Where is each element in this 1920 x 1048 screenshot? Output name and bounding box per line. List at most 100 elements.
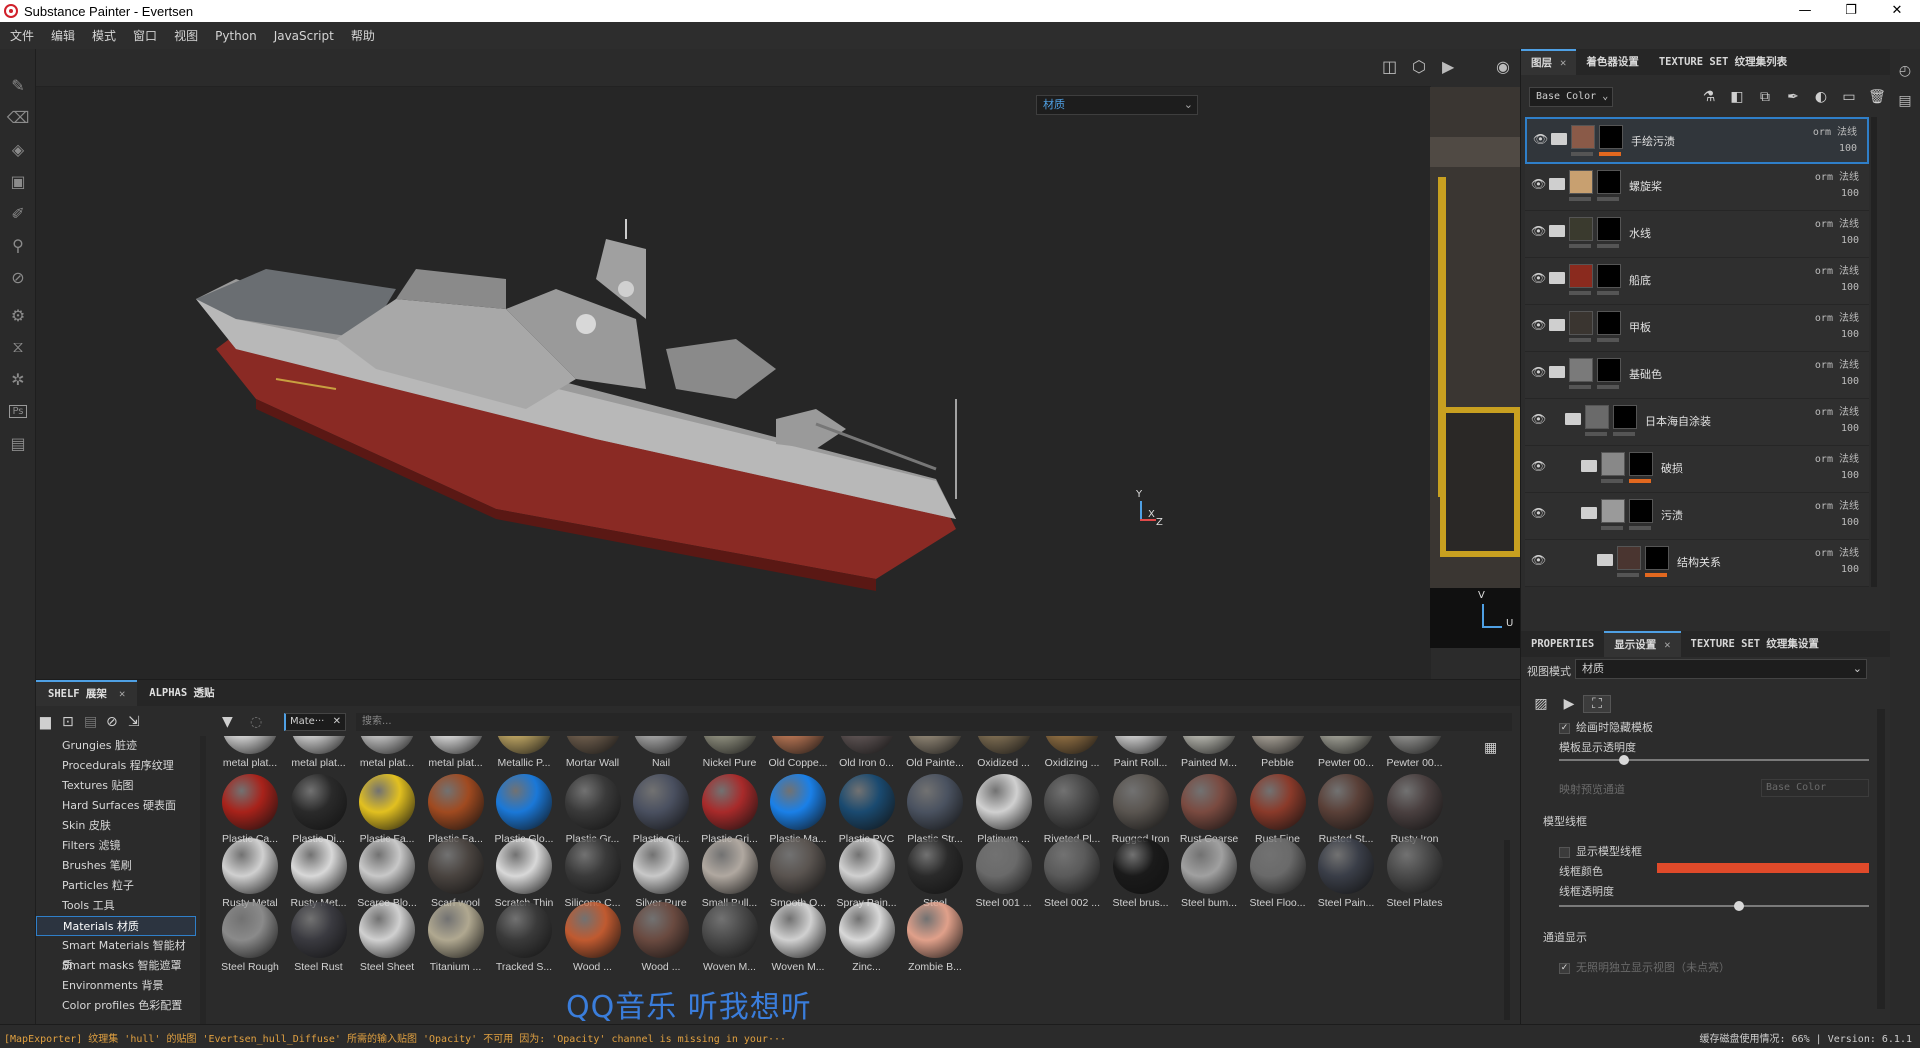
material-tile[interactable]: Steel Pain... bbox=[1312, 838, 1380, 916]
folder-icon[interactable] bbox=[1549, 225, 1565, 237]
tab-texture-set-settings[interactable]: TEXTURE SET 纹理集设置 bbox=[1681, 631, 1829, 657]
layer-opacity[interactable]: 100 bbox=[1841, 376, 1859, 387]
tab-display-settings[interactable]: 显示设置 ✕ bbox=[1604, 631, 1681, 657]
screenshot-icon[interactable]: ▤ bbox=[0, 427, 36, 459]
import-icon[interactable]: ⇲ bbox=[128, 714, 140, 730]
paint-brush-icon[interactable]: ✎ bbox=[0, 69, 36, 101]
checkbox-icon[interactable] bbox=[1559, 846, 1570, 858]
log-icon[interactable]: ▤ bbox=[1890, 93, 1920, 123]
layer-row[interactable]: 👁 船底 orm 法线 100 bbox=[1525, 258, 1869, 305]
material-tile[interactable]: metal plat... bbox=[422, 736, 490, 776]
layer-row[interactable]: 👁 基础色 orm 法线 100 bbox=[1525, 352, 1869, 399]
material-tile[interactable]: Old Painte... bbox=[901, 736, 969, 776]
shelf-category-item[interactable]: Color profiles 色彩配置 bbox=[36, 996, 196, 1016]
eye-icon[interactable]: 👁 bbox=[1531, 365, 1546, 379]
add-anchor-icon[interactable]: ◐ bbox=[1807, 89, 1835, 105]
grid-scrollbar[interactable] bbox=[1504, 840, 1510, 1020]
shelf-category-item[interactable]: Grungies 脏迹 bbox=[36, 736, 196, 756]
layer-opacity[interactable]: 100 bbox=[1841, 329, 1859, 340]
material-tile[interactable]: Steel Plates bbox=[1381, 838, 1449, 916]
add-folder-icon[interactable]: ▭ bbox=[1835, 89, 1863, 105]
shelf-category-item[interactable]: Smart masks 智能遮罩 bbox=[36, 956, 196, 976]
material-tile[interactable]: Paint Roll... bbox=[1107, 736, 1175, 776]
add-paint-layer-icon[interactable]: ✒ bbox=[1779, 89, 1807, 105]
view-mode-select[interactable]: 材质 ⌄ bbox=[1575, 659, 1867, 679]
unlit-view-row[interactable]: ✓ 无照明独立显示视图（未点亮） bbox=[1559, 959, 1730, 975]
material-tile[interactable]: Pebble bbox=[1244, 736, 1312, 776]
tab-shader-settings[interactable]: 着色器设置 bbox=[1576, 49, 1649, 75]
layer-row[interactable]: 👁 日本海自涂装 orm 法线 100 bbox=[1525, 399, 1869, 446]
layer-blend-mode[interactable]: orm 法线 bbox=[1815, 356, 1859, 371]
material-tile[interactable]: Woven M... bbox=[696, 902, 764, 980]
camera-cube-icon[interactable]: ⬡ bbox=[1412, 57, 1426, 76]
menu-file[interactable]: 文件 bbox=[10, 27, 34, 44]
shelf-category-item[interactable]: Materials 材质 bbox=[36, 916, 196, 936]
eye-icon[interactable]: 👁 bbox=[1533, 132, 1548, 146]
checkbox-checked-icon[interactable]: ✓ bbox=[1559, 962, 1570, 974]
export-icon[interactable]: ⧖ bbox=[0, 331, 36, 363]
history-icon[interactable]: ◴ bbox=[1890, 49, 1920, 93]
filter-chip[interactable]: Mate··· ✕ bbox=[284, 713, 346, 731]
layer-row[interactable]: 👁 甲板 orm 法线 100 bbox=[1525, 305, 1869, 352]
photoshop-icon[interactable]: Ps bbox=[0, 395, 36, 427]
symmetry-icon[interactable]: ◫ bbox=[1382, 57, 1397, 76]
material-tile[interactable]: Nail bbox=[627, 736, 695, 776]
polygon-fill-icon[interactable]: ▣ bbox=[0, 165, 36, 197]
material-tile[interactable]: Pewter 00... bbox=[1381, 736, 1449, 776]
layer-row[interactable]: 👁 螺旋桨 orm 法线 100 bbox=[1525, 164, 1869, 211]
shelf-category-item[interactable]: Procedurals 程序纹理 bbox=[36, 756, 196, 776]
eye-icon[interactable]: 👁 bbox=[1531, 412, 1546, 426]
material-tile[interactable]: metal plat... bbox=[353, 736, 421, 776]
layer-blend-mode[interactable]: orm 法线 bbox=[1815, 544, 1859, 559]
folder-icon[interactable] bbox=[1549, 178, 1565, 190]
shelf-category-item[interactable]: Filters 滤镜 bbox=[36, 836, 196, 856]
material-tile[interactable]: Titanium ... bbox=[422, 902, 490, 980]
shelf-category-item[interactable]: Tools 工具 bbox=[36, 896, 196, 916]
tab-shelf[interactable]: SHELF 展架 ✕ bbox=[36, 680, 138, 706]
layer-blend-mode[interactable]: orm 法线 bbox=[1815, 450, 1859, 465]
close-icon[interactable]: ✕ bbox=[1560, 57, 1566, 69]
material-tile[interactable]: Old Iron 0... bbox=[833, 736, 901, 776]
maximize-button[interactable]: ❐ bbox=[1828, 0, 1874, 22]
screenshot-camera-icon[interactable]: ◉ bbox=[1496, 57, 1510, 76]
eye-icon[interactable]: 👁 bbox=[1531, 553, 1546, 567]
menu-window[interactable]: 窗口 bbox=[133, 27, 157, 44]
eraser-icon[interactable]: ⌫ bbox=[0, 101, 36, 133]
minimize-button[interactable]: — bbox=[1782, 0, 1828, 22]
menu-mode[interactable]: 模式 bbox=[92, 27, 116, 44]
close-icon[interactable]: ✕ bbox=[119, 688, 125, 700]
close-icon[interactable]: ✕ bbox=[1664, 639, 1670, 651]
material-tile[interactable]: Painted M... bbox=[1175, 736, 1243, 776]
layer-opacity[interactable]: 100 bbox=[1841, 282, 1859, 293]
layer-opacity[interactable]: 100 bbox=[1841, 564, 1859, 575]
bake-icon[interactable]: ⚙ bbox=[0, 299, 36, 331]
new-shelf-icon[interactable]: ⊡ bbox=[62, 714, 74, 730]
viewport-material-select[interactable]: 材质 ⌄ bbox=[1036, 95, 1198, 115]
add-fill-layer-icon[interactable]: ⧉ bbox=[1751, 89, 1779, 105]
material-tile[interactable]: Oxidizing ... bbox=[1038, 736, 1106, 776]
channel-preview-select[interactable]: Base Color bbox=[1761, 779, 1869, 797]
tab-layers[interactable]: 图层 ✕ bbox=[1521, 49, 1577, 75]
material-tile[interactable]: Tracked S... bbox=[490, 902, 558, 980]
eye-icon[interactable]: 👁 bbox=[1531, 459, 1546, 473]
material-tile[interactable]: Steel Sheet bbox=[353, 902, 421, 980]
show-wireframe-row[interactable]: 显示模型线框 bbox=[1559, 843, 1642, 859]
tab-texture-set-list[interactable]: TEXTURE SET 纹理集列表 bbox=[1649, 49, 1797, 75]
video-camera-icon[interactable]: ▶ bbox=[1442, 57, 1454, 76]
folder-icon[interactable]: ▆ bbox=[40, 714, 51, 730]
color-picker-icon[interactable]: ⊘ bbox=[0, 261, 36, 293]
folder-icon[interactable] bbox=[1549, 272, 1565, 284]
menu-view[interactable]: 视图 bbox=[174, 27, 198, 44]
viewport-2d[interactable] bbox=[1430, 87, 1520, 647]
layer-icon[interactable] bbox=[1581, 460, 1597, 472]
layer-blend-mode[interactable]: orm 法线 bbox=[1815, 215, 1859, 230]
layer-row[interactable]: 👁 手绘污渍 orm 法线 100 bbox=[1525, 117, 1869, 164]
material-tile[interactable]: Oxidized ... bbox=[970, 736, 1038, 776]
delete-layer-icon[interactable]: 🗑 bbox=[1863, 89, 1891, 105]
viewport-3d[interactable]: ◫ ⬡ ▶ ◉ 材质 ⌄ 材质 Y X bbox=[36, 49, 1510, 679]
layer-blend-mode[interactable]: orm 法线 bbox=[1815, 403, 1859, 418]
material-tile[interactable]: Steel Rust bbox=[285, 902, 353, 980]
layer-opacity[interactable]: 100 bbox=[1841, 188, 1859, 199]
layer-blend-mode[interactable]: orm 法线 bbox=[1815, 309, 1859, 324]
material-tile[interactable]: Zinc... bbox=[833, 902, 901, 980]
